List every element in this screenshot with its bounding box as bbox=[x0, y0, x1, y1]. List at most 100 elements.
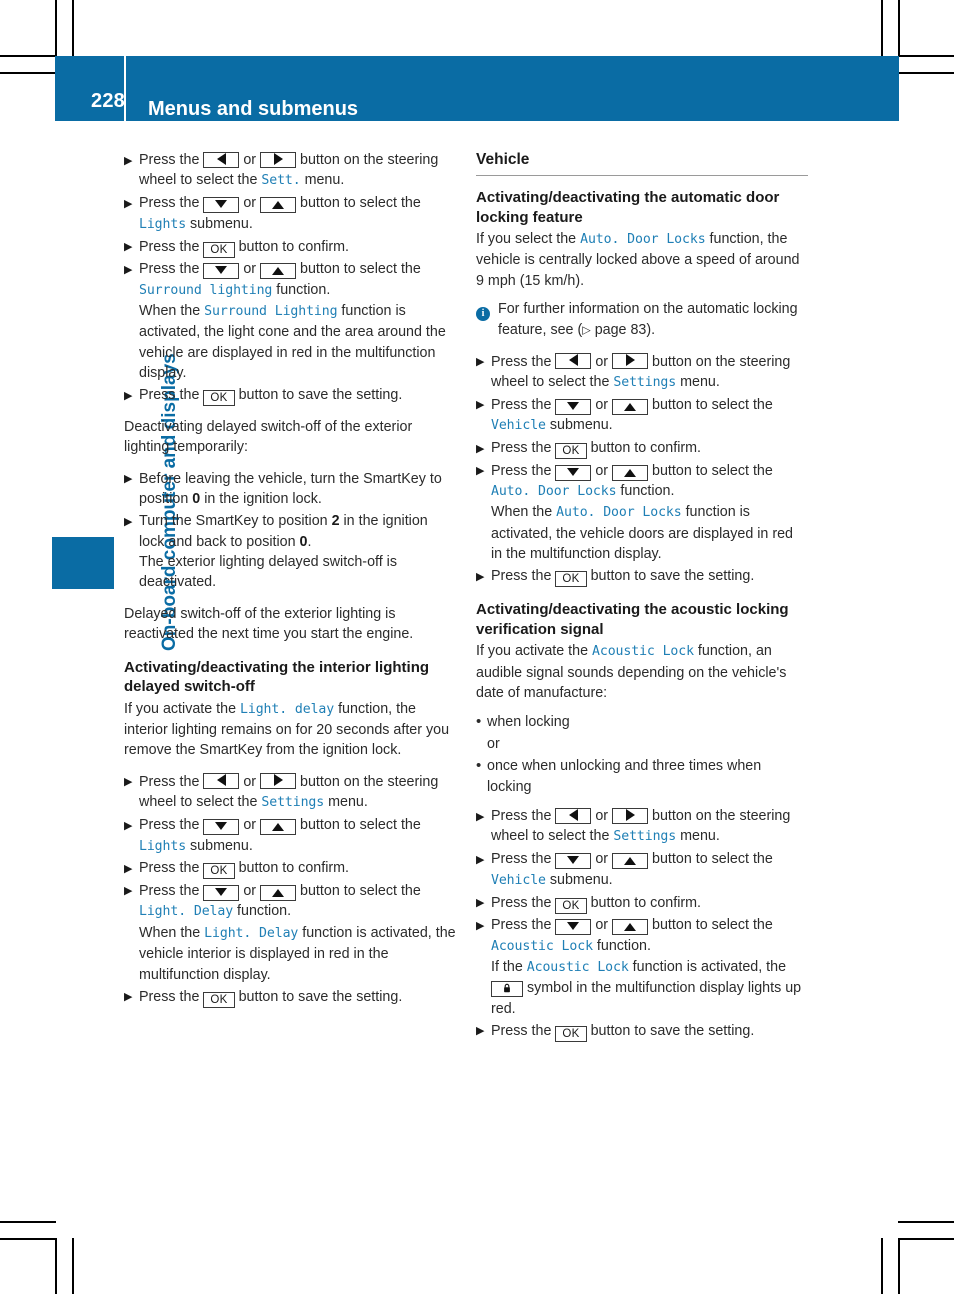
menu-name-settings: Settings bbox=[613, 374, 677, 390]
right-arrow-key[interactable] bbox=[260, 773, 297, 790]
crop-mark-bl-v1 bbox=[55, 1238, 57, 1294]
interior-intro: If you activate the Light. delay functio… bbox=[124, 700, 450, 759]
down-arrow-key[interactable] bbox=[203, 884, 240, 901]
right-arrow-key[interactable] bbox=[260, 151, 297, 168]
left-arrow-key[interactable] bbox=[555, 807, 592, 824]
crop-mark-tl-h1 bbox=[0, 55, 56, 57]
step-item: ▶ Turn the SmartKey to position 2 in the… bbox=[124, 511, 456, 593]
right-arrow-key[interactable] bbox=[612, 353, 649, 370]
step-marker-icon: ▶ bbox=[124, 263, 133, 276]
crop-mark-tr-h1 bbox=[898, 55, 954, 57]
step-text: Press the or button on the steering whee… bbox=[491, 807, 791, 845]
step-text: Press the OK button to save the setting. bbox=[139, 988, 403, 1008]
function-name-auto-door-locks-ref: Auto. Door Locks bbox=[556, 505, 682, 521]
ok-key[interactable]: OK bbox=[555, 897, 587, 914]
crop-mark-br-h2 bbox=[898, 1221, 954, 1223]
step-text: Press the or button to select the Surrou… bbox=[139, 261, 446, 382]
right-arrow-key[interactable] bbox=[612, 807, 649, 824]
down-arrow-key[interactable] bbox=[203, 819, 240, 836]
function-name-surround-lighting-ref: Surround Lighting bbox=[204, 303, 338, 319]
step-marker-icon: ▶ bbox=[124, 819, 133, 832]
up-arrow-key[interactable] bbox=[612, 464, 649, 481]
menu-name-settings: Settings bbox=[613, 829, 677, 845]
step-marker-icon: ▶ bbox=[476, 442, 485, 455]
ok-key[interactable]: OK bbox=[555, 1025, 587, 1042]
up-arrow-key[interactable] bbox=[260, 819, 297, 836]
reactivate-note: Delayed switch-off of the exterior light… bbox=[124, 605, 414, 643]
submenu-name-vehicle: Vehicle bbox=[491, 418, 546, 434]
list-item-label: once when unlocking and three times when… bbox=[487, 758, 762, 795]
left-column: ▶ Press the or button on the steering wh… bbox=[124, 150, 456, 1009]
up-arrow-key[interactable] bbox=[612, 919, 649, 936]
info-note: i For further information on the automat… bbox=[476, 299, 808, 340]
heading-acoustic-lock: Activating/deactivating the acoustic loc… bbox=[476, 601, 789, 638]
crop-mark-br-v1 bbox=[881, 1238, 883, 1294]
menu-name-settings: Settings bbox=[261, 795, 325, 811]
crop-mark-br-v2 bbox=[898, 1238, 900, 1294]
down-arrow-key[interactable] bbox=[555, 919, 592, 936]
key-position-value: 0 bbox=[299, 533, 308, 550]
step-text: Press the or button to select the Acoust… bbox=[491, 917, 802, 1017]
step-text: Press the OK button to confirm. bbox=[139, 860, 350, 880]
down-arrow-key[interactable] bbox=[203, 263, 240, 280]
down-arrow-key[interactable] bbox=[555, 464, 592, 481]
function-name-acoustic-lock: Acoustic Lock bbox=[592, 644, 694, 660]
left-arrow-key[interactable] bbox=[203, 151, 240, 168]
step-item: ▶ Press the OK button to confirm. bbox=[124, 858, 456, 880]
step-item: ▶ Press the OK button to save the settin… bbox=[124, 385, 456, 407]
up-arrow-key[interactable] bbox=[612, 398, 649, 415]
step-item: ▶ Press the or button on the steering wh… bbox=[476, 806, 808, 848]
step-item: ▶ Press the or button to select the Ligh… bbox=[124, 815, 456, 857]
crop-mark-tl-h2 bbox=[0, 72, 56, 74]
ok-key[interactable]: OK bbox=[203, 241, 235, 258]
step-marker-icon: ▶ bbox=[124, 389, 133, 402]
list-item-or: or bbox=[476, 734, 808, 754]
up-arrow-key[interactable] bbox=[260, 263, 297, 280]
info-note-text: For further information on the automatic… bbox=[498, 301, 798, 338]
up-arrow-key[interactable] bbox=[612, 853, 649, 870]
ok-key[interactable]: OK bbox=[555, 443, 587, 460]
step-item: ▶ Before leaving the vehicle, turn the S… bbox=[124, 469, 456, 510]
info-icon: i bbox=[476, 299, 498, 340]
left-arrow-key[interactable] bbox=[555, 353, 592, 370]
step-marker-icon: ▶ bbox=[476, 1025, 485, 1038]
submenu-name-lights: Lights bbox=[139, 838, 187, 854]
ok-key[interactable]: OK bbox=[203, 991, 235, 1008]
step-item: ▶ Press the or button to select the Surr… bbox=[124, 259, 456, 383]
step-marker-icon: ▶ bbox=[124, 473, 133, 486]
ok-key[interactable]: OK bbox=[203, 863, 235, 880]
list-item: • once when unlocking and three times wh… bbox=[476, 756, 808, 797]
step-item: ▶ Press the or button to select the Vehi… bbox=[476, 395, 808, 437]
function-name-auto-door-locks: Auto. Door Locks bbox=[580, 232, 706, 247]
page-number: 228 bbox=[91, 90, 125, 112]
step-item: ▶ Press the or button to select the Vehi… bbox=[476, 849, 808, 891]
down-arrow-key[interactable] bbox=[555, 398, 592, 415]
up-arrow-key[interactable] bbox=[260, 197, 297, 214]
heading-interior-lighting: Activating/deactivating the interior lig… bbox=[124, 658, 430, 696]
acoustic-intro: If you activate the Acoustic Lock functi… bbox=[476, 643, 787, 701]
crop-mark-bl-h2 bbox=[0, 1221, 56, 1223]
step-text: Press the or button to select the Vehicl… bbox=[491, 396, 773, 434]
ok-key[interactable]: OK bbox=[555, 571, 587, 588]
right-column: Vehicle Activating/deactivating the auto… bbox=[476, 150, 808, 1043]
step-text: Press the or button to select the Light.… bbox=[139, 882, 456, 983]
menu-name-sett: Sett. bbox=[261, 173, 301, 189]
down-arrow-key[interactable] bbox=[555, 853, 592, 870]
step-marker-icon: ▶ bbox=[476, 853, 485, 866]
up-arrow-key[interactable] bbox=[260, 884, 297, 901]
deactivating-intro: Deactivating delayed switch-off of the e… bbox=[124, 419, 413, 456]
step-marker-icon: ▶ bbox=[476, 356, 485, 369]
bullet-icon: • bbox=[476, 757, 482, 775]
down-arrow-key[interactable] bbox=[203, 197, 240, 214]
chapter-label-wrap: On-board computer and displays bbox=[80, 140, 180, 651]
function-name-auto-door-locks: Auto. Door Locks bbox=[491, 484, 617, 500]
step-marker-icon: ▶ bbox=[124, 776, 133, 789]
left-arrow-key[interactable] bbox=[203, 773, 240, 790]
ok-key[interactable]: OK bbox=[203, 390, 235, 407]
crop-mark-bl-h1 bbox=[0, 1238, 56, 1240]
crop-mark-tl-v1 bbox=[55, 0, 57, 56]
step-item: ▶ Press the OK button to confirm. bbox=[476, 438, 808, 460]
key-position-value: 2 bbox=[331, 513, 340, 530]
step-marker-icon: ▶ bbox=[476, 919, 485, 932]
step-marker-icon: ▶ bbox=[124, 515, 133, 528]
